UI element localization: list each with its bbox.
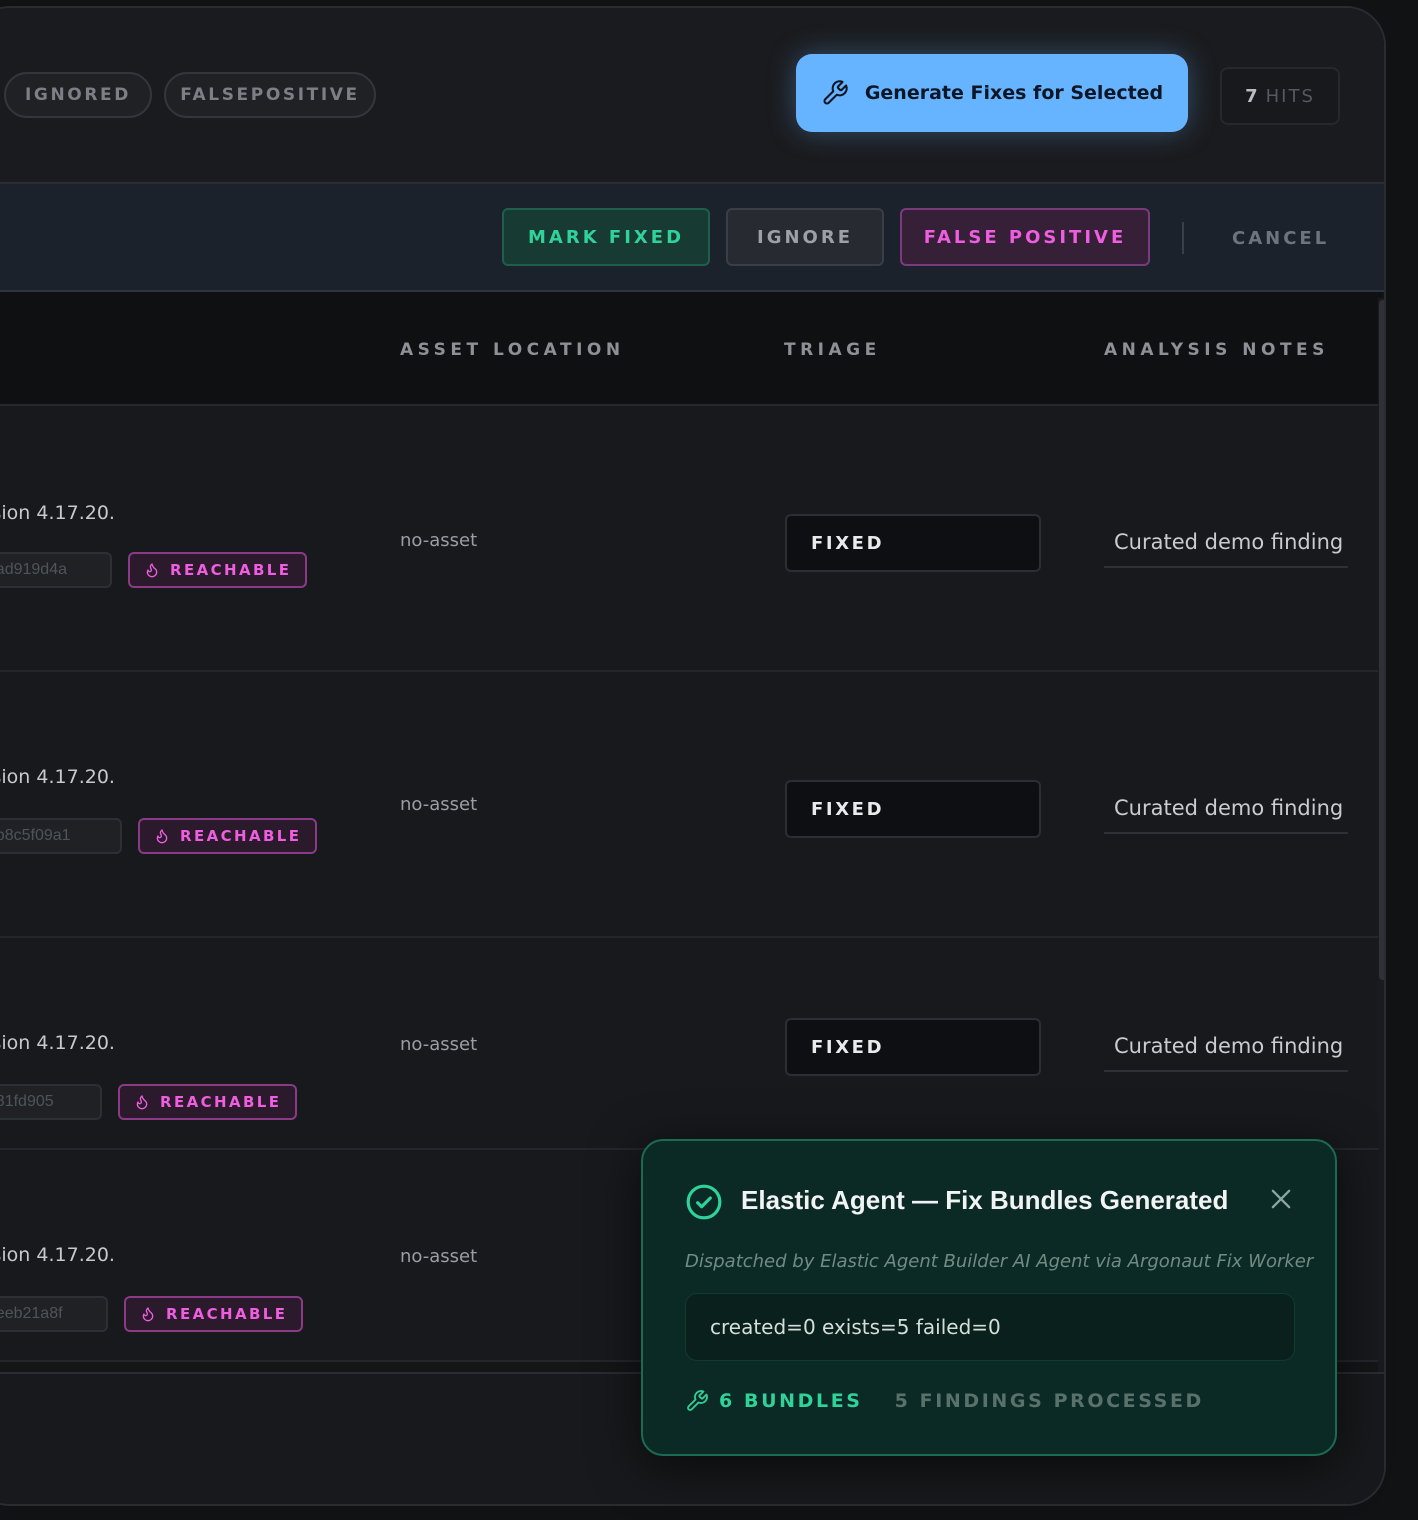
table-header: ASSET LOCATION TRIAGE ANALYSIS NOTES bbox=[0, 292, 1382, 406]
finding-description: ersion 4.17.20. bbox=[0, 502, 115, 524]
mark-fixed-button[interactable]: MARK FIXED bbox=[502, 208, 710, 266]
analysis-notes-field[interactable]: Curated demo finding bbox=[1104, 1034, 1348, 1072]
reachable-label: REACHABLE bbox=[170, 561, 292, 579]
flame-icon bbox=[136, 1095, 148, 1110]
findings-processed: 5 FINDINGS PROCESSED bbox=[894, 1390, 1204, 1412]
ignore-button[interactable]: IGNORE bbox=[726, 208, 884, 266]
reachable-label: REACHABLE bbox=[180, 827, 302, 845]
hits-label: HITS bbox=[1265, 85, 1315, 107]
asset-location: no-asset bbox=[400, 530, 478, 551]
check-circle-icon bbox=[686, 1184, 722, 1220]
reachable-label: REACHABLE bbox=[166, 1305, 288, 1323]
table-row[interactable]: ersion 4.17.20. e7b8c5f09a1 REACHABLE no… bbox=[0, 672, 1382, 938]
reachable-label: REACHABLE bbox=[160, 1093, 282, 1111]
column-header-asset-location[interactable]: ASSET LOCATION bbox=[400, 340, 625, 360]
toast-title: Elastic Agent — Fix Bundles Generated bbox=[741, 1185, 1229, 1215]
analysis-notes-field[interactable]: Curated demo finding bbox=[1104, 530, 1348, 568]
bulk-action-bar: MARK FIXED IGNORE FALSE POSITIVE CANCEL bbox=[0, 184, 1384, 292]
filter-toolbar: IGNORED FALSEPOSITIVE Generate Fixes for… bbox=[0, 8, 1384, 184]
divider bbox=[1182, 222, 1184, 254]
finding-description: ersion 4.17.20. bbox=[0, 1032, 115, 1054]
finding-description: ersion 4.17.20. bbox=[0, 1244, 115, 1266]
generate-fixes-label: Generate Fixes for Selected bbox=[864, 82, 1164, 104]
toast-result: created=0 exists=5 failed=0 bbox=[685, 1293, 1295, 1361]
toast-summary: 6 BUNDLES 5 FINDINGS PROCESSED bbox=[685, 1389, 1204, 1413]
finding-hash: 3a81fd905 bbox=[0, 1084, 102, 1120]
close-icon[interactable] bbox=[1267, 1185, 1295, 1213]
filter-pill-label: FALSEPOSITIVE bbox=[180, 85, 360, 105]
filter-pill-ignored[interactable]: IGNORED bbox=[4, 72, 152, 118]
wrench-icon bbox=[823, 80, 848, 105]
flame-icon bbox=[146, 563, 158, 578]
triage-select[interactable]: FIXED bbox=[785, 780, 1041, 838]
toast-subtitle: Dispatched by Elastic Agent Builder AI A… bbox=[685, 1251, 1314, 1272]
cancel-button[interactable]: CANCEL bbox=[1232, 228, 1329, 249]
asset-location: no-asset bbox=[400, 1246, 478, 1267]
hits-count: 7 bbox=[1245, 85, 1260, 107]
asset-location: no-asset bbox=[400, 1034, 478, 1055]
scrollbar-thumb[interactable] bbox=[1379, 300, 1384, 980]
finding-hash: 22ad919d4a bbox=[0, 552, 112, 588]
reachable-badge: REACHABLE bbox=[128, 552, 308, 588]
triage-select[interactable]: FIXED bbox=[785, 1018, 1041, 1076]
reachable-badge: REACHABLE bbox=[138, 818, 318, 854]
asset-location: no-asset bbox=[400, 794, 478, 815]
table-row[interactable]: ersion 4.17.20. 22ad919d4a REACHABLE no-… bbox=[0, 406, 1382, 672]
triage-select[interactable]: FIXED bbox=[785, 514, 1041, 572]
hits-counter: 7 HITS bbox=[1220, 67, 1340, 125]
analysis-notes-field[interactable]: Curated demo finding bbox=[1104, 796, 1348, 834]
filter-pill-falsepositive[interactable]: FALSEPOSITIVE bbox=[164, 72, 376, 118]
reachable-badge: REACHABLE bbox=[118, 1084, 298, 1120]
flame-icon bbox=[156, 829, 168, 844]
column-header-analysis-notes[interactable]: ANALYSIS NOTES bbox=[1104, 340, 1329, 360]
finding-hash: e7b8c5f09a1 bbox=[0, 818, 122, 854]
finding-description: ersion 4.17.20. bbox=[0, 766, 115, 788]
false-positive-button[interactable]: FALSE POSITIVE bbox=[900, 208, 1150, 266]
flame-icon bbox=[142, 1307, 154, 1322]
reachable-badge: REACHABLE bbox=[124, 1296, 304, 1332]
fix-bundles-toast: Elastic Agent — Fix Bundles Generated Di… bbox=[641, 1139, 1337, 1456]
finding-hash: e2eeb21a8f bbox=[0, 1296, 108, 1332]
generate-fixes-button[interactable]: Generate Fixes for Selected bbox=[796, 54, 1188, 132]
wrench-icon bbox=[687, 1390, 708, 1411]
filter-pill-label: IGNORED bbox=[25, 85, 131, 105]
column-header-triage[interactable]: TRIAGE bbox=[784, 340, 881, 360]
bundles-count: 6 BUNDLES bbox=[719, 1390, 863, 1412]
table-row[interactable]: ersion 4.17.20. 3a81fd905 REACHABLE no-a… bbox=[0, 938, 1382, 1150]
